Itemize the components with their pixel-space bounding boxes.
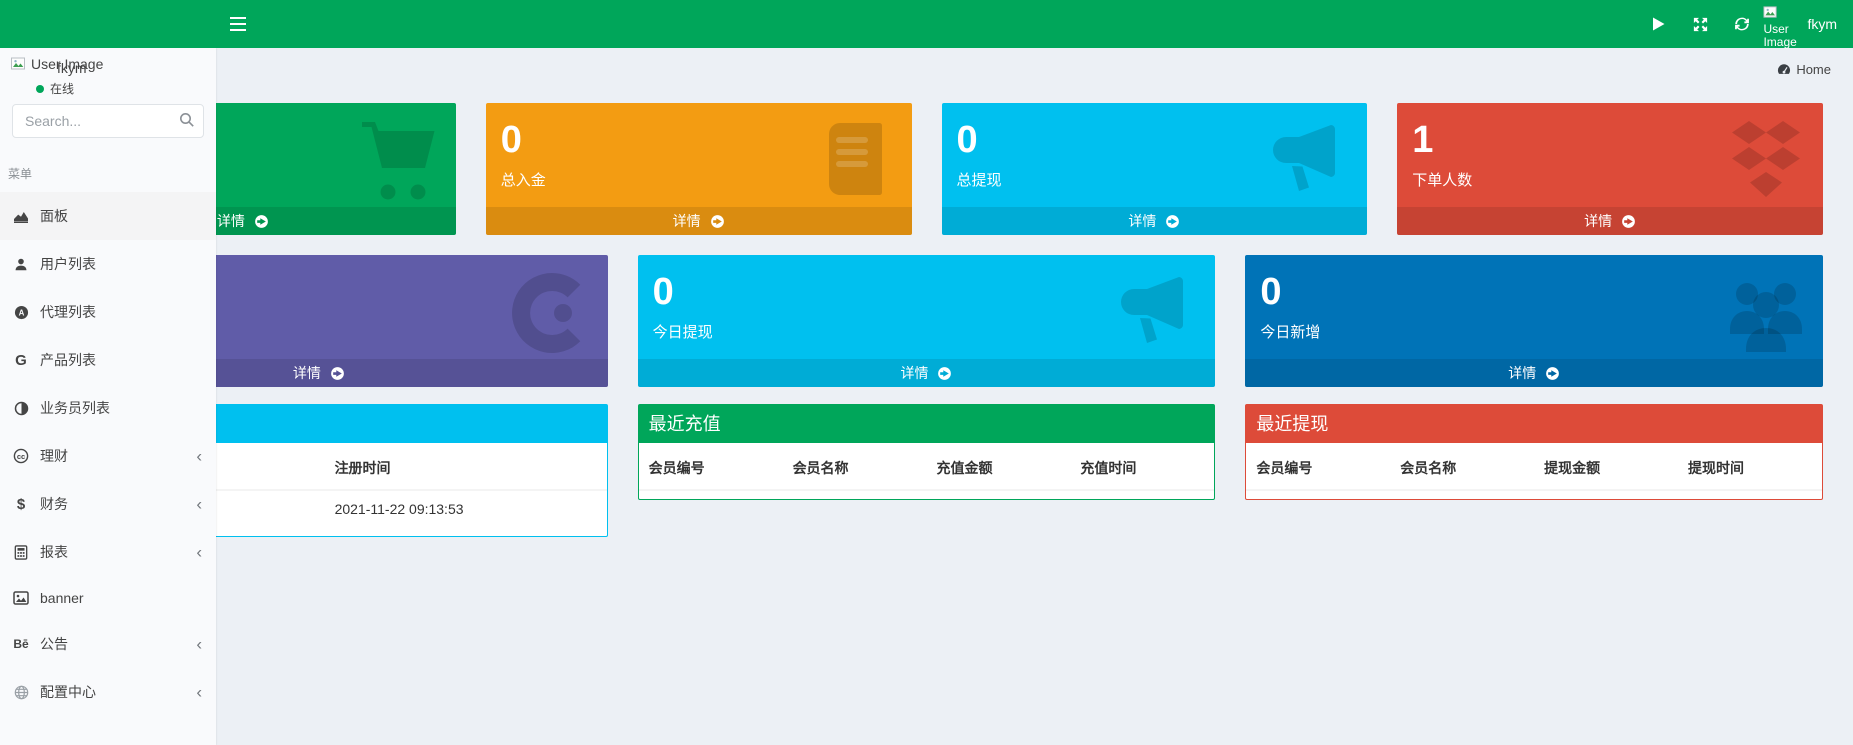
- details-link[interactable]: 详情: [486, 207, 912, 235]
- search-input[interactable]: [12, 104, 204, 138]
- svg-text:A: A: [18, 308, 24, 317]
- sidebar-item-banner[interactable]: banner: [0, 576, 216, 620]
- stat-box-order-users: 1 下单人数 详情: [1397, 103, 1823, 235]
- table-row: 称 注册时间 t 2021-11-22 09:13:53: [30, 404, 1823, 537]
- stat-value: 1: [1412, 119, 1813, 161]
- chevron-left-icon: ‹: [196, 636, 202, 653]
- navbar-user-image-alt: User Image: [1763, 23, 1803, 49]
- globe-icon: [8, 685, 34, 700]
- details-link[interactable]: 详情: [1245, 359, 1823, 387]
- online-status[interactable]: 在线: [36, 80, 206, 95]
- sidebar-item-salesmen[interactable]: 业务员列表: [0, 384, 216, 432]
- svg-text:cc: cc: [17, 452, 25, 461]
- menu-header: 菜单: [0, 147, 216, 188]
- table-header-row: 会员编号 会员名称 提现金额 提现时间: [1246, 443, 1822, 490]
- area-chart-icon: [8, 208, 34, 224]
- stat-label: 下单人数: [1412, 169, 1813, 187]
- column-header: 提现时间: [1678, 443, 1822, 490]
- details-link[interactable]: 详情: [942, 207, 1368, 235]
- stat-label: 今日提现: [653, 321, 1206, 339]
- stat-box-today-new: 0 今日新增 详情: [1245, 255, 1823, 387]
- column-header: 提现金额: [1534, 443, 1678, 490]
- refresh-icon[interactable]: [1721, 0, 1763, 48]
- stat-label: 总提现: [957, 169, 1358, 187]
- content-area: Home 详情 0 总入金: [0, 48, 1853, 745]
- recent-recharge-box: 最近充值 会员编号 会员名称 充值金额 充值时间: [638, 404, 1216, 500]
- google-g-icon: G: [8, 352, 34, 369]
- sidebar-username: fkym: [57, 60, 87, 76]
- sidebar-item-announcements[interactable]: Bē 公告 ‹: [0, 620, 216, 668]
- sidebar-item-users[interactable]: 用户列表: [0, 240, 216, 288]
- sidebar-item-finance[interactable]: cc 理财 ‹: [0, 432, 216, 480]
- stat-value: 0: [1260, 271, 1813, 313]
- chevron-left-icon: ‹: [196, 544, 202, 561]
- chevron-left-icon: ‹: [196, 448, 202, 465]
- sidebar: User Image fkym 在线 菜单 面板 用户列表: [0, 48, 216, 745]
- chevron-left-icon: ‹: [196, 496, 202, 513]
- calculator-icon: [8, 545, 34, 560]
- recent-withdraw-table: 会员编号 会员名称 提现金额 提现时间: [1246, 443, 1822, 491]
- column-header: 会员名称: [1390, 443, 1534, 490]
- box-title: 最近充值: [639, 405, 1215, 443]
- search-icon[interactable]: [178, 112, 196, 130]
- stat-label: 今日新增: [1260, 321, 1813, 339]
- stat-box-total-withdraw: 0 总提现 详情: [942, 103, 1368, 235]
- sidebar-toggle-button[interactable]: [216, 0, 260, 48]
- behance-icon: Bē: [8, 637, 34, 651]
- breadcrumb-home[interactable]: Home: [1796, 62, 1831, 77]
- broken-image-icon: [10, 56, 27, 72]
- sidebar-item-products[interactable]: G 产品列表: [0, 336, 216, 384]
- image-icon: [8, 591, 34, 605]
- sidebar-search: [12, 104, 204, 138]
- breadcrumb[interactable]: Home: [1777, 62, 1831, 77]
- fullscreen-icon[interactable]: [1679, 0, 1721, 48]
- stat-label: 总入金: [501, 169, 902, 187]
- recent-recharge-table: 会员编号 会员名称 充值金额 充值时间: [639, 443, 1215, 491]
- box-title: 最近提现: [1246, 405, 1822, 443]
- cc-icon: cc: [8, 448, 34, 464]
- admin-dashboard: User Image fkym User Image fkym 在线 菜单: [0, 0, 1853, 745]
- table-header-row: 会员编号 会员名称 充值金额 充值时间: [639, 443, 1215, 490]
- content-header: Home: [0, 48, 1853, 103]
- stat-row-2: 详情 0 今日提现 详情 0: [30, 255, 1823, 387]
- column-header: 会员名称: [783, 443, 927, 490]
- stat-value: 0: [501, 119, 902, 161]
- navbar-right: User Image fkym: [1637, 0, 1853, 48]
- user-icon: [8, 257, 34, 272]
- sidebar-item-reports[interactable]: 报表 ‹: [0, 528, 216, 576]
- dashboard-icon: [1777, 63, 1791, 76]
- stat-box-today-withdraw: 0 今日提现 详情: [638, 255, 1216, 387]
- adjust-icon: [8, 401, 34, 416]
- online-dot-icon: [36, 85, 44, 93]
- stat-value: 0: [957, 119, 1358, 161]
- column-header: 会员编号: [639, 443, 783, 490]
- top-navbar: User Image fkym: [0, 0, 1853, 48]
- details-link[interactable]: 详情: [638, 359, 1216, 387]
- stat-value: 0: [653, 271, 1206, 313]
- sidebar-item-agents[interactable]: A 代理列表: [0, 288, 216, 336]
- stat-row-1: 详情 0 总入金 详情 0 总: [30, 103, 1823, 235]
- details-link[interactable]: 详情: [1397, 207, 1823, 235]
- chevron-left-icon: ‹: [196, 684, 202, 701]
- play-icon[interactable]: [1637, 0, 1679, 48]
- sidebar-item-config-center[interactable]: 配置中心 ‹: [0, 668, 216, 716]
- sidebar-user-panel: User Image fkym 在线: [0, 48, 216, 95]
- navbar-username[interactable]: fkym: [1805, 0, 1847, 48]
- recent-withdraw-box: 最近提现 会员编号 会员名称 提现金额 提现时间: [1245, 404, 1823, 500]
- column-header: 充值金额: [926, 443, 1070, 490]
- column-header: 充值时间: [1070, 443, 1214, 490]
- stat-box-total-deposit: 0 总入金 详情: [486, 103, 912, 235]
- broken-image-icon: [1763, 5, 1778, 20]
- navbar-user-menu[interactable]: User Image: [1763, 0, 1805, 48]
- sidebar-item-accounting[interactable]: $ 财务 ‹: [0, 480, 216, 528]
- table-cell: 2021-11-22 09:13:53: [325, 490, 607, 528]
- sidebar-item-dashboard[interactable]: 面板: [0, 192, 216, 240]
- adn-icon: A: [8, 305, 34, 320]
- dollar-icon: $: [8, 496, 34, 513]
- column-header: 注册时间: [325, 443, 607, 490]
- column-header: 会员编号: [1246, 443, 1390, 490]
- sidebar-menu: 面板 用户列表 A 代理列表 G 产品列表 业务员列表 cc 理财 ‹: [0, 192, 216, 716]
